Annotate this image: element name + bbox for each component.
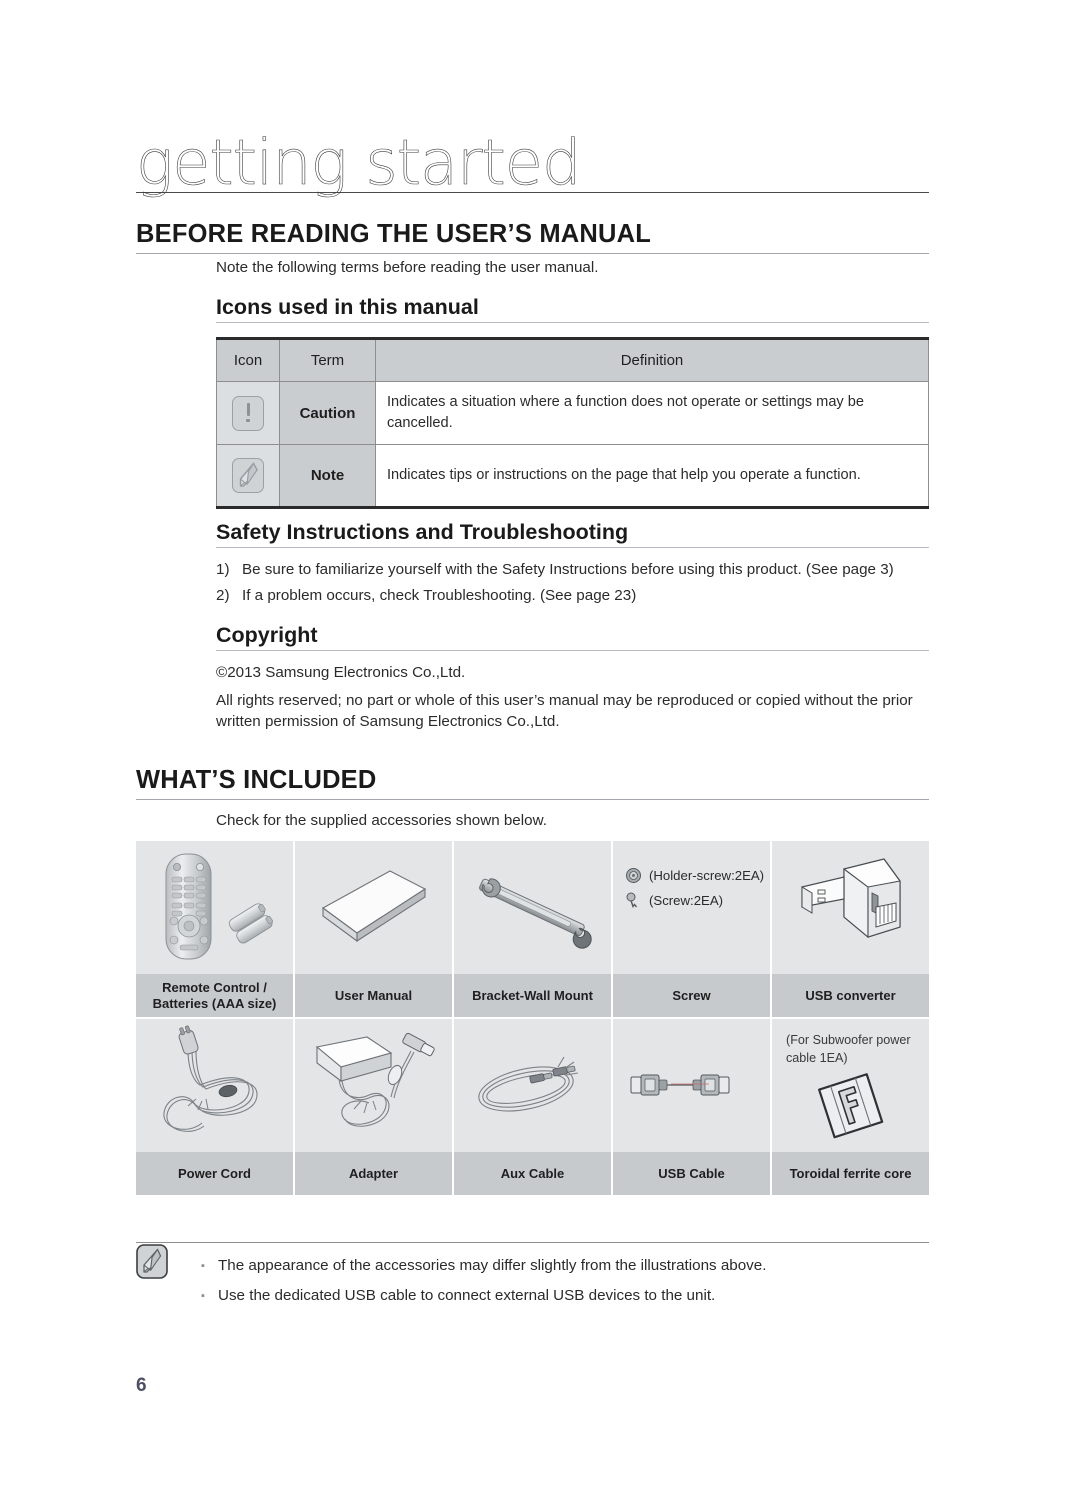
- accessory-cell-usb-converter: USB converter: [772, 841, 929, 1017]
- accessory-cell-user-manual: User Manual: [295, 841, 452, 1017]
- list-item: 1) Be sure to familiarize yourself with …: [216, 559, 929, 580]
- wall-mount-bracket-icon: [454, 841, 611, 974]
- accessory-label: USB converter: [772, 974, 929, 1017]
- sub2-heading-text: Safety Instructions and Troubleshooting: [216, 520, 629, 544]
- accessory-label: User Manual: [295, 974, 452, 1017]
- footnote-item: ▪ The appearance of the accessories may …: [201, 1251, 921, 1281]
- screw-note-row: (Screw:2EA): [625, 888, 764, 913]
- accessory-cell-adapter: Adapter: [295, 1019, 452, 1195]
- accessories-grid: Remote Control / Batteries (AAA size) Us…: [136, 841, 929, 1195]
- screw-icon: [626, 892, 638, 908]
- copyright-line: ©2013 Samsung Electronics Co.,Ltd.: [216, 664, 466, 681]
- table-cell-definition-note: Indicates tips or instructions on the pa…: [375, 444, 929, 509]
- note-icon: [232, 458, 264, 493]
- section1-heading-rule: [136, 253, 929, 254]
- copyright-rights-text: All rights reserved; no part or whole of…: [216, 692, 913, 730]
- section1-heading-text: BEFORE READING THE USER’S MANUAL: [136, 220, 652, 248]
- user-manual-icon: [295, 841, 452, 974]
- usb-cable-icon: [613, 1019, 770, 1152]
- screw-notes-list: (Holder-screw:2EA) (Screw:2EA): [625, 863, 764, 913]
- subsection-icons-used: Icons used in this manual: [216, 294, 929, 323]
- table-header-row: Icon Term Definition: [216, 337, 929, 382]
- subsection-safety-instructions: Safety Instructions and Troubleshooting: [216, 519, 929, 548]
- icons-table: Icon Term Definition Caution Indicates a…: [216, 337, 929, 509]
- accessory-label: Screw: [613, 974, 770, 1017]
- screw-note-row: (Holder-screw:2EA): [625, 863, 764, 888]
- section-heading-before-reading: BEFORE READING THE USER’S MANUAL: [136, 219, 929, 254]
- subsection-copyright: Copyright: [216, 622, 929, 651]
- adapter-icon: [295, 1019, 452, 1152]
- remote-control-icon: [136, 841, 293, 974]
- table-cell-icon-note: [216, 444, 280, 509]
- bullet-icon: ▪: [201, 1260, 205, 1272]
- table-cell-term-note: Note: [279, 444, 376, 509]
- accessory-label: Bracket-Wall Mount: [454, 974, 611, 1017]
- list-item: 2) If a problem occurs, check Troublesho…: [216, 585, 929, 606]
- accessory-cell-aux-cable: Aux Cable: [454, 1019, 611, 1195]
- table-row: Caution Indicates a situation where a fu…: [216, 381, 929, 445]
- sub3-heading-text: Copyright: [216, 623, 318, 647]
- aux-cable-icon: [454, 1019, 611, 1152]
- chapter-title-container: getting started: [136, 126, 936, 199]
- screws-icon: (Holder-screw:2EA) (Screw:2EA): [613, 841, 770, 974]
- accessory-cell-wall-mount-bracket: Bracket-Wall Mount: [454, 841, 611, 1017]
- sub3-heading-rule: [216, 650, 929, 651]
- manual-page: getting started BEFORE READING THE USER’…: [0, 0, 1080, 1488]
- table-header-icon: Icon: [216, 337, 280, 382]
- footnote-text: Use the dedicated USB cable to connect e…: [218, 1287, 716, 1304]
- power-cord-icon: [136, 1019, 293, 1152]
- sub1-heading-rule: [216, 322, 929, 323]
- usb-converter-icon: [772, 841, 929, 974]
- accessory-label: Toroidal ferrite core: [772, 1152, 929, 1195]
- table-header-definition: Definition: [375, 337, 929, 382]
- accessory-cell-screw: (Holder-screw:2EA) (Screw:2EA) Screw: [613, 841, 770, 1017]
- accessory-label: Remote Control / Batteries (AAA size): [136, 974, 293, 1017]
- page-number: 6: [136, 1375, 147, 1396]
- holder-screw-label: (Holder-screw:2EA): [649, 868, 765, 883]
- list-item-text: If a problem occurs, check Troubleshooti…: [242, 587, 637, 604]
- sub1-heading-text: Icons used in this manual: [216, 295, 479, 319]
- section2-heading-text: WHAT’S INCLUDED: [136, 766, 377, 794]
- footnote-rule: [136, 1242, 929, 1243]
- accessory-cell-remote-control: Remote Control / Batteries (AAA size): [136, 841, 293, 1017]
- list-item-number: 1): [216, 561, 230, 578]
- section1-intro: Note the following terms before reading …: [216, 259, 599, 276]
- table-cell-icon-caution: [216, 381, 280, 445]
- caution-icon: [232, 395, 264, 431]
- section2-heading-rule: [136, 799, 929, 800]
- accessory-cell-power-cord: Power Cord: [136, 1019, 293, 1195]
- sub2-heading-rule: [216, 547, 929, 548]
- accessory-label: Power Cord: [136, 1152, 293, 1195]
- note-icon: [136, 1244, 168, 1279]
- table-cell-definition-caution: Indicates a situation where a function d…: [375, 381, 929, 445]
- list-item-text: Be sure to familiarize yourself with the…: [242, 561, 894, 578]
- accessory-label: USB Cable: [613, 1152, 770, 1195]
- footnote-item: ▪ Use the dedicated USB cable to connect…: [201, 1281, 921, 1311]
- holder-screw-icon: [626, 868, 641, 883]
- accessory-cell-usb-cable: USB Cable: [613, 1019, 770, 1195]
- table-row: Note Indicates tips or instructions on t…: [216, 444, 929, 509]
- table-cell-term-caution: Caution: [279, 381, 376, 445]
- accessory-cell-ferrite-core: (For Subwoofer power cable 1EA) Toroidal…: [772, 1019, 929, 1195]
- section2-intro: Check for the supplied accessories shown…: [216, 812, 547, 829]
- footnote-list: ▪ The appearance of the accessories may …: [201, 1251, 921, 1311]
- accessory-label: Adapter: [295, 1152, 452, 1195]
- list-item-number: 2): [216, 587, 230, 604]
- chapter-title: getting started: [136, 126, 582, 199]
- table-header-term: Term: [279, 337, 376, 382]
- footnote-text: The appearance of the accessories may di…: [218, 1257, 767, 1274]
- accessory-label: Aux Cable: [454, 1152, 611, 1195]
- bullet-icon: ▪: [201, 1290, 205, 1302]
- screw-label: (Screw:2EA): [649, 893, 724, 908]
- ferrite-core-icon: (For Subwoofer power cable 1EA): [772, 1019, 929, 1152]
- section-heading-whats-included: WHAT’S INCLUDED: [136, 765, 929, 800]
